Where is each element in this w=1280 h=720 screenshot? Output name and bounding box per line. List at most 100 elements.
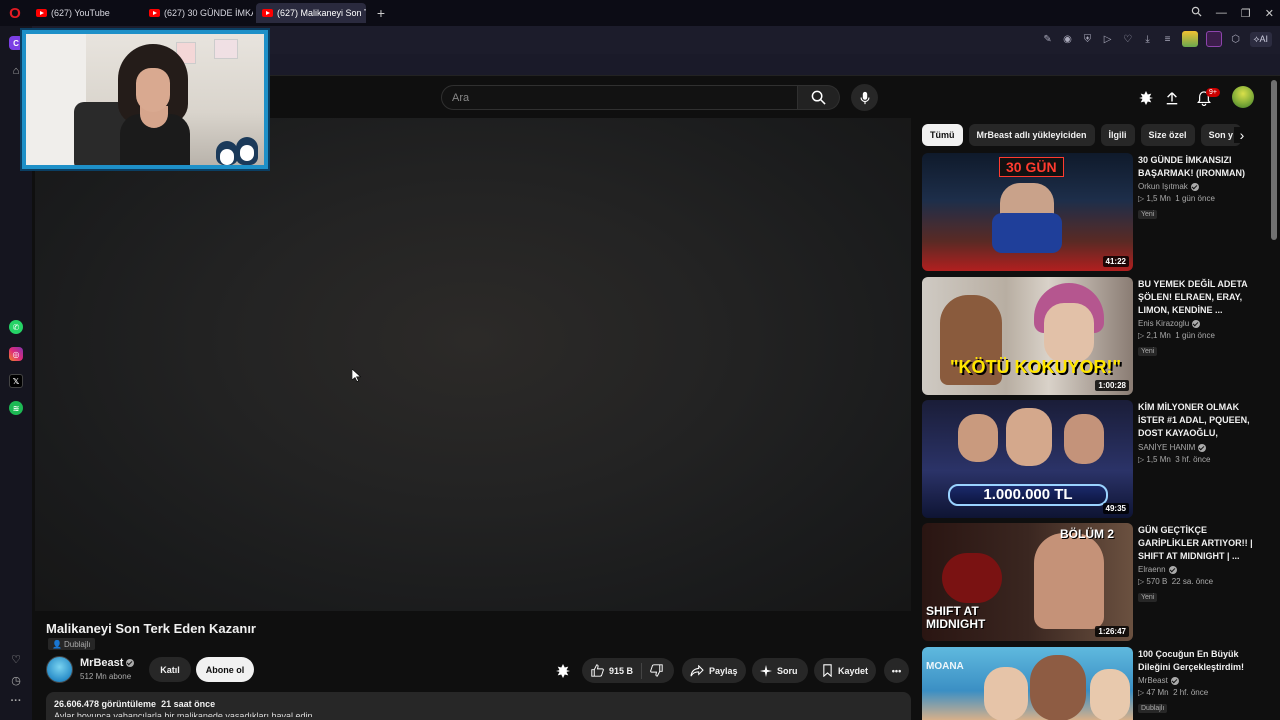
restore-icon[interactable]: ❐ bbox=[1241, 7, 1251, 20]
video-player[interactable] bbox=[35, 118, 911, 611]
recommendation-item[interactable]: BÖLÜM 2 SHIFT AT MIDNIGHT 1:26:47 GÜN GE… bbox=[922, 523, 1262, 641]
recommendation-item[interactable]: MOANA 100 Çocuğun En Büyük Dileğini Gerç… bbox=[922, 647, 1262, 720]
video-stats: 26.606.478 görüntüleme 21 saat önce bbox=[54, 699, 216, 709]
heart-icon[interactable]: ♡ bbox=[9, 652, 23, 666]
chip-all[interactable]: Tümü bbox=[922, 124, 963, 146]
upload-button[interactable] bbox=[1163, 87, 1181, 109]
tab-youtube-home[interactable]: (627) YouTube bbox=[30, 3, 140, 23]
search-tabs-icon[interactable] bbox=[1191, 6, 1202, 20]
filter-chips: Tümü MrBeast adlı yükleyiciden İlgili Si… bbox=[922, 124, 1252, 146]
menu-icon[interactable]: ≡ bbox=[1162, 33, 1174, 45]
thumbs-down-icon bbox=[650, 664, 663, 677]
chevron-right-icon[interactable]: › bbox=[1234, 127, 1250, 143]
description-box[interactable]: 26.606.478 görüntüleme 21 saat önce Ayla… bbox=[46, 692, 911, 720]
video-thumbnail[interactable]: 30 GÜN 41:22 bbox=[922, 153, 1133, 271]
video-thumbnail[interactable]: 1.000.000 TL 49:35 bbox=[922, 400, 1133, 518]
shield-icon[interactable]: ⛨ bbox=[1082, 33, 1094, 45]
video-title[interactable]: 30 GÜNDE İMKANSIZI BAŞARMAK! (IRONMAN) bbox=[1138, 154, 1260, 180]
gear-flower-icon[interactable] bbox=[556, 664, 570, 678]
tab-30-gunde[interactable]: (627) 30 GÜNDE İMKANSIZI bbox=[143, 3, 253, 23]
person-icon: 👤 bbox=[52, 639, 62, 649]
more-actions-button[interactable]: ••• bbox=[884, 658, 909, 683]
subscribe-button[interactable]: Abone ol bbox=[196, 657, 254, 682]
voice-search-button[interactable] bbox=[851, 84, 878, 111]
sparkle-icon bbox=[760, 664, 772, 677]
channel-name[interactable]: Enis Kirazoglu bbox=[1138, 319, 1260, 328]
gear-flower-icon bbox=[1139, 91, 1153, 105]
dislike-button[interactable] bbox=[642, 664, 671, 677]
video-thumbnail[interactable]: MOANA bbox=[922, 647, 1133, 720]
search-box[interactable] bbox=[441, 85, 798, 110]
x-icon[interactable]: 𝕏 bbox=[9, 374, 23, 388]
window-controls: — ❐ ✕ bbox=[1191, 0, 1274, 26]
bookmark-icon bbox=[823, 664, 832, 677]
video-thumbnail[interactable]: BÖLÜM 2 SHIFT AT MIDNIGHT 1:26:47 bbox=[922, 523, 1133, 641]
minimize-icon[interactable]: — bbox=[1216, 7, 1227, 19]
new-tab-button[interactable]: + bbox=[373, 5, 389, 21]
description-preview: Aylar boyunca yabancılarla bir malikaned… bbox=[54, 711, 313, 717]
close-icon[interactable]: ✕ bbox=[1265, 7, 1274, 20]
puzzle-icon[interactable]: ⬡ bbox=[1230, 33, 1242, 45]
video-title[interactable]: 100 Çocuğun En Büyük Dileğini Gerçekleşt… bbox=[1138, 648, 1260, 674]
tab-malikaneyi[interactable]: (627) Malikaneyi Son Terk bbox=[256, 3, 366, 23]
opera-logo-icon[interactable]: O bbox=[0, 0, 30, 26]
extension-icon[interactable] bbox=[1181, 31, 1198, 47]
verified-icon bbox=[1168, 565, 1177, 574]
video-stats: ▷ 47 Mn 2 hf. önce bbox=[1138, 688, 1209, 697]
channel-avatar[interactable] bbox=[46, 656, 73, 683]
notification-badge: 9+ bbox=[1206, 88, 1220, 97]
chip-for-you[interactable]: Size özel bbox=[1140, 124, 1195, 146]
upload-icon bbox=[1166, 92, 1178, 105]
instagram-icon[interactable]: ◎ bbox=[9, 347, 23, 361]
like-button[interactable]: 915 B bbox=[582, 662, 643, 679]
like-dislike-group: 915 B bbox=[582, 658, 674, 683]
channel-name[interactable]: SANİYE HANIM bbox=[1138, 443, 1260, 452]
create-button[interactable] bbox=[1137, 87, 1155, 109]
thumbs-up-icon bbox=[591, 664, 604, 677]
channel-name[interactable]: MrBeast bbox=[1138, 676, 1260, 685]
recommendation-item[interactable]: "KÖTÜ KOKUYOR!" 1:00:28 BU YEMEK DEĞİL A… bbox=[922, 277, 1262, 395]
chip-from-uploader[interactable]: MrBeast adlı yükleyiciden bbox=[968, 124, 1095, 146]
spotify-icon[interactable]: ≋ bbox=[9, 401, 23, 415]
camera-icon[interactable]: ◉ bbox=[1062, 33, 1074, 45]
channel-name[interactable]: MrBeast bbox=[80, 657, 135, 669]
user-avatar[interactable] bbox=[1232, 86, 1254, 108]
youtube-favicon-icon bbox=[149, 9, 160, 17]
video-title[interactable]: KİM MİLYONER OLMAK İSTER #1 ADAL, PQUEEN… bbox=[1138, 401, 1260, 441]
channel-name[interactable]: Elraenn bbox=[1138, 565, 1260, 574]
ask-button[interactable]: Soru bbox=[752, 658, 808, 683]
page-scrollbar[interactable] bbox=[1271, 80, 1277, 240]
ai-button[interactable]: ⟡AI bbox=[1249, 31, 1272, 47]
save-button[interactable]: Kaydet bbox=[814, 658, 876, 683]
heart-icon[interactable]: ♡ bbox=[1122, 33, 1134, 45]
more-icon[interactable]: ··· bbox=[9, 694, 23, 708]
video-stats: ▷ 570 B 22 sa. önce bbox=[1138, 577, 1214, 586]
video-duration: 1:26:47 bbox=[1095, 626, 1129, 637]
search-button[interactable] bbox=[798, 85, 840, 110]
history-icon[interactable]: ◷ bbox=[9, 673, 23, 687]
verified-icon bbox=[1198, 443, 1207, 452]
play-icon[interactable]: ▷ bbox=[1102, 33, 1114, 45]
channel-name[interactable]: Orkun Işıtmak bbox=[1138, 182, 1260, 191]
video-title[interactable]: GÜN GEÇTİKÇE GARİPLİKLER ARTIYOR!! | SHI… bbox=[1138, 524, 1260, 563]
search-input[interactable] bbox=[452, 91, 797, 104]
video-title[interactable]: BU YEMEK DEĞİL ADETA ŞÖLEN! ELRAEN, ERAY… bbox=[1138, 278, 1260, 317]
new-badge: Yeni bbox=[1138, 347, 1158, 356]
extension-icon[interactable] bbox=[1205, 31, 1222, 47]
video-thumbnail[interactable]: "KÖTÜ KOKUYOR!" 1:00:28 bbox=[922, 277, 1133, 395]
tab-label: (627) YouTube bbox=[51, 8, 110, 18]
microphone-icon bbox=[859, 91, 870, 104]
whatsapp-icon[interactable]: ✆ bbox=[9, 320, 23, 334]
download-icon[interactable]: ⤓ bbox=[1142, 33, 1154, 45]
recommendation-item[interactable]: 1.000.000 TL 49:35 KİM MİLYONER OLMAK İS… bbox=[922, 400, 1262, 518]
youtube-favicon-icon bbox=[262, 9, 273, 17]
tab-label: (627) Malikaneyi Son Terk bbox=[277, 8, 366, 18]
edit-icon[interactable]: ✎ bbox=[1042, 33, 1054, 45]
recommendation-item[interactable]: 30 GÜN 41:22 30 GÜNDE İMKANSIZI BAŞARMAK… bbox=[922, 153, 1262, 271]
youtube-favicon-icon bbox=[36, 9, 47, 17]
chip-related[interactable]: İlgili bbox=[1100, 124, 1135, 146]
share-button[interactable]: Paylaş bbox=[682, 658, 746, 683]
join-button[interactable]: Katıl bbox=[149, 657, 191, 682]
video-duration: 1:00:28 bbox=[1095, 380, 1129, 391]
penguin-sticker-icon bbox=[214, 129, 262, 165]
